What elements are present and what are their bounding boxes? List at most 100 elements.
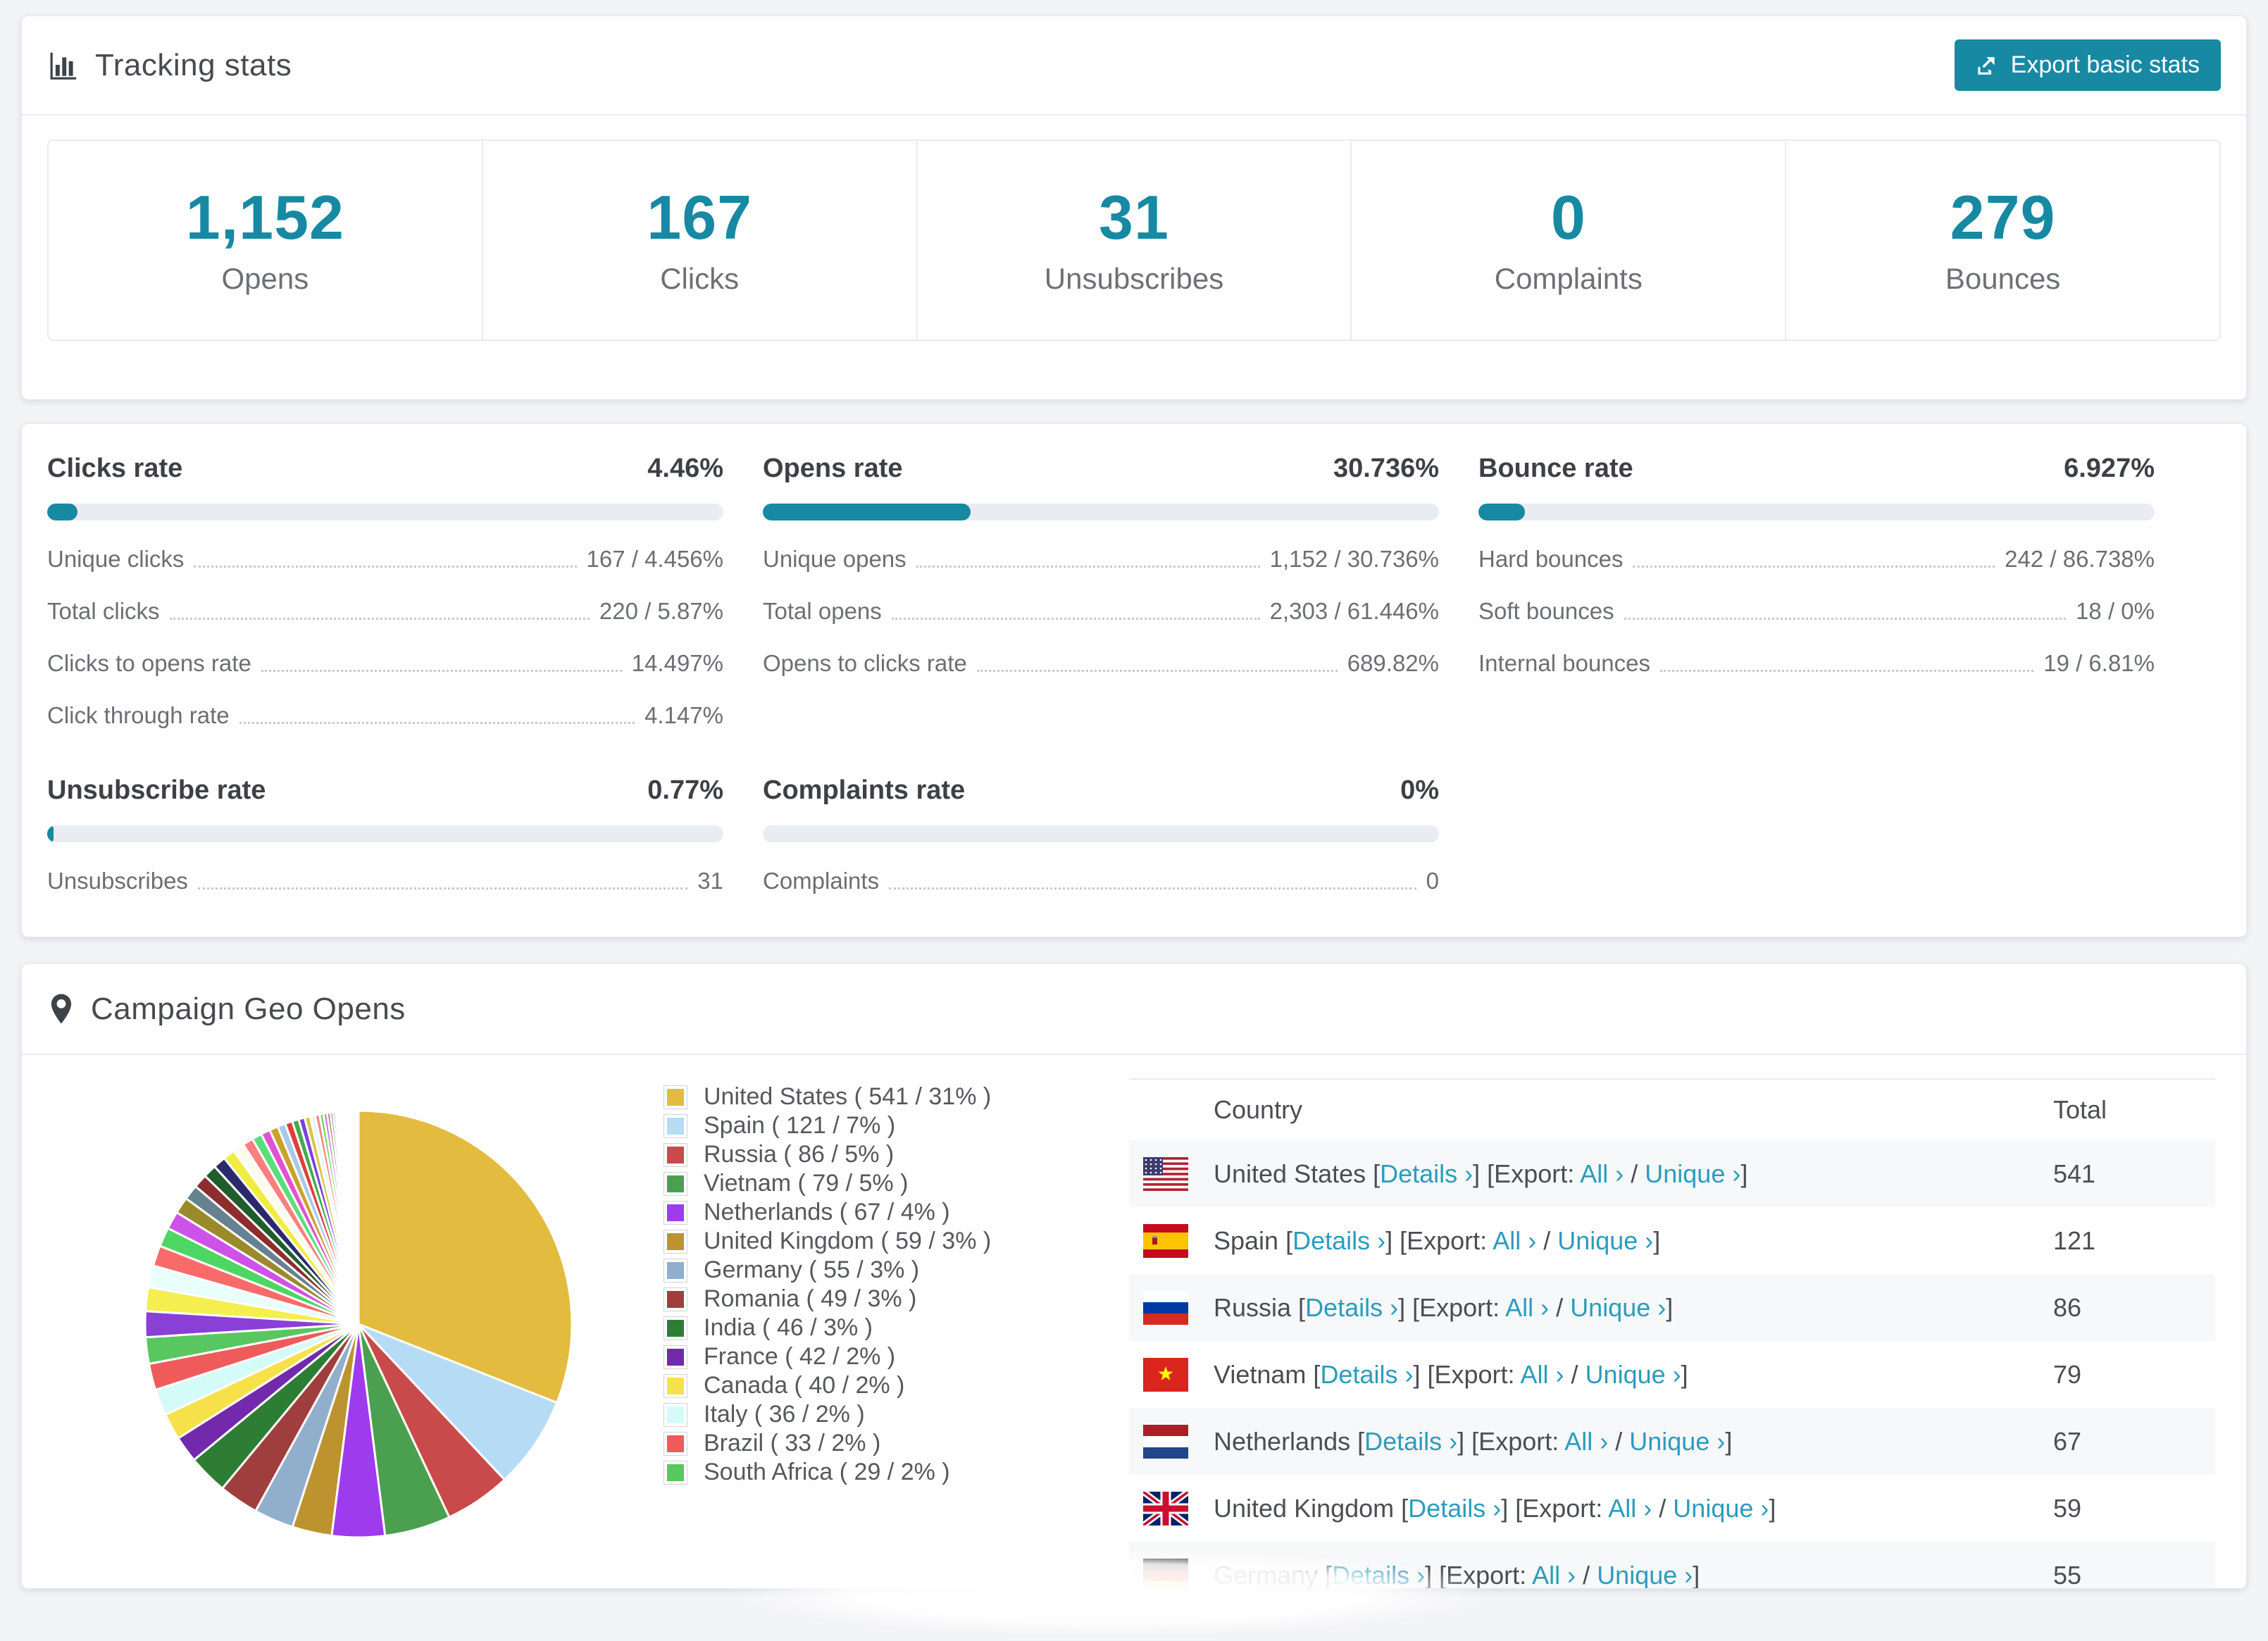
separator: / [1549, 1292, 1571, 1322]
legend-color-swatch [663, 1316, 687, 1340]
export-unique-link[interactable]: Unique › [1629, 1427, 1725, 1456]
rate-progress-track [47, 825, 723, 842]
dotted-leader [976, 670, 1338, 672]
legend-item: France ( 42 / 2% ) [663, 1342, 991, 1371]
rate-stat-value: 0 [1426, 868, 1439, 894]
legend-color-swatch [663, 1402, 687, 1427]
stat-cell: 1,152 Opens [49, 141, 483, 339]
geo-header: Campaign Geo Opens [22, 964, 2246, 1055]
rate-stat-value: 220 / 5.87% [599, 598, 723, 624]
rate-stat-label: Clicks to opens rate [47, 650, 251, 676]
tracking-stats-header: Tracking stats Export basic stats [22, 16, 2246, 116]
legend-item: Russia ( 86 / 5% ) [663, 1140, 991, 1169]
rate-stat-label: Total clicks [47, 598, 160, 624]
legend-color-swatch [663, 1142, 687, 1167]
rate-title: Clicks rate [47, 454, 183, 483]
rate-stat-row: Internal bounces 19 / 6.81% [1478, 650, 2155, 677]
export-all-link[interactable]: All › [1493, 1226, 1536, 1255]
rate-progress-fill [763, 504, 971, 520]
dotted-leader [916, 566, 1260, 568]
legend-label: Netherlands ( 67 / 4% ) [704, 1199, 950, 1225]
stat-label: Unsubscribes [1044, 262, 1224, 295]
legend-item: South Africa ( 29 / 2% ) [663, 1458, 991, 1487]
rate-stat-value: 242 / 86.738% [2005, 546, 2155, 572]
stat-cell: 31 Unsubscribes [918, 141, 1352, 339]
bracket: ] [Export: [1457, 1426, 1565, 1456]
country-name: Spain [1214, 1225, 1286, 1255]
rate-stat-row: Opens to clicks rate 689.82% [763, 650, 1439, 677]
rate-block: Clicks rate 4.46% Unique clicks 167 / 4.… [47, 454, 723, 729]
legend-label: United Kingdom ( 59 / 3% ) [704, 1228, 992, 1254]
rate-stat-label: Unique clicks [47, 546, 185, 572]
dotted-leader [889, 887, 1416, 890]
export-all-link[interactable]: All › [1580, 1159, 1624, 1188]
export-unique-link[interactable]: Unique › [1597, 1561, 1693, 1589]
rate-stat-row: Complaints 0 [763, 868, 1439, 894]
dotted-leader [197, 887, 688, 890]
export-all-link[interactable]: All › [1505, 1293, 1549, 1322]
country-cell-text: Germany [Details ›] [Export: All › / Uni… [1214, 1560, 1700, 1589]
export-basic-stats-button[interactable]: Export basic stats [1954, 39, 2221, 91]
bracket: ] [Export: [1425, 1560, 1533, 1589]
legend-label: Russia ( 86 / 5% ) [704, 1141, 895, 1168]
geo-opens-pie-chart[interactable] [143, 1109, 574, 1540]
export-all-link[interactable]: All › [1532, 1561, 1576, 1589]
legend-item: United Kingdom ( 59 / 3% ) [663, 1227, 992, 1256]
export-unique-link[interactable]: Unique › [1585, 1360, 1681, 1389]
bracket: ] [Export: [1398, 1292, 1506, 1322]
legend-item: India ( 46 / 3% ) [663, 1314, 991, 1342]
stat-label: Opens [221, 262, 309, 295]
export-unique-link[interactable]: Unique › [1673, 1494, 1769, 1523]
country-flag-icon [1143, 1424, 1188, 1459]
rate-title: Opens rate [763, 454, 903, 483]
table-row: United States [Details ›] [Export: All ›… [1129, 1140, 2215, 1207]
legend-color-swatch [663, 1287, 687, 1311]
bracket: ] [Export: [1413, 1359, 1521, 1389]
rate-title: Unsubscribe rate [47, 775, 266, 805]
legend-item: Netherlands ( 67 / 4% ) [663, 1198, 991, 1227]
legend-item: Germany ( 55 / 3% ) [663, 1256, 991, 1285]
separator: / [1652, 1493, 1674, 1523]
export-unique-link[interactable]: Unique › [1570, 1293, 1666, 1322]
export-unique-link[interactable]: Unique › [1645, 1159, 1740, 1188]
legend-item: Italy ( 36 / 2% ) [663, 1400, 991, 1429]
geo-table-header: Country Total [1129, 1080, 2215, 1140]
bracket: ] [1666, 1292, 1674, 1322]
details-link[interactable]: Details › [1332, 1561, 1425, 1589]
rate-stat-value: 167 / 4.456% [586, 546, 724, 572]
details-link[interactable]: Details › [1292, 1226, 1385, 1255]
export-unique-link[interactable]: Unique › [1557, 1226, 1653, 1255]
bracket: ] [1740, 1159, 1748, 1188]
export-all-link[interactable]: All › [1564, 1427, 1608, 1456]
total-cell: 55 [2053, 1560, 2082, 1589]
rate-progress-fill [47, 825, 54, 842]
details-link[interactable]: Details › [1408, 1494, 1501, 1523]
export-all-link[interactable]: All › [1521, 1360, 1564, 1389]
details-link[interactable]: Details › [1364, 1427, 1457, 1456]
details-link[interactable]: Details › [1380, 1159, 1473, 1188]
details-link[interactable]: Details › [1305, 1293, 1398, 1322]
separator: / [1624, 1159, 1645, 1188]
legend-label: France ( 42 / 2% ) [704, 1343, 896, 1370]
rate-stat-label: Soft bounces [1478, 598, 1614, 624]
rate-stat-row: Clicks to opens rate 14.497% [47, 650, 723, 677]
rate-stat-row: Unique clicks 167 / 4.456% [47, 546, 723, 573]
legend-color-swatch [663, 1085, 687, 1109]
rate-block: Opens rate 30.736% Unique opens 1,152 / … [763, 454, 1439, 729]
stats-summary-row: 1,152 Opens 167 Clicks 31 Unsubscribes 0… [47, 139, 2221, 341]
rate-stat-row: Soft bounces 18 / 0% [1478, 598, 2155, 625]
details-link[interactable]: Details › [1320, 1360, 1413, 1389]
rate-stat-value: 31 [697, 868, 723, 894]
rate-stat-label: Unsubscribes [47, 868, 188, 894]
bar-chart-icon [47, 49, 80, 82]
country-cell-text: United Kingdom [Details ›] [Export: All … [1214, 1494, 1776, 1523]
rate-stat-value: 689.82% [1347, 650, 1439, 676]
table-row: Germany [Details ›] [Export: All › / Uni… [1129, 1542, 2215, 1589]
stat-value: 167 [647, 182, 753, 252]
rate-value: 30.736% [1333, 454, 1439, 483]
table-row: Russia [Details ›] [Export: All › / Uniq… [1129, 1274, 2215, 1341]
export-all-link[interactable]: All › [1608, 1494, 1652, 1523]
legend-color-swatch [663, 1229, 687, 1254]
bracket: [ [1357, 1426, 1365, 1456]
rates-card: Clicks rate 4.46% Unique clicks 167 / 4.… [21, 423, 2247, 937]
